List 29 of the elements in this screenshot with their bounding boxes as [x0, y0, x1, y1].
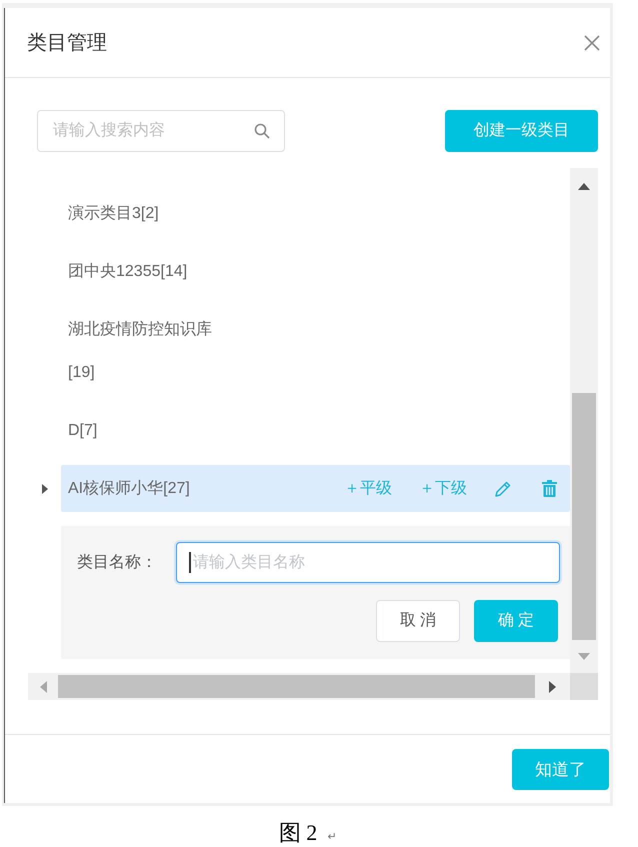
scroll-down-arrow-icon[interactable]: [578, 653, 590, 660]
field-label: 类目名称：: [77, 552, 158, 572]
scroll-up-arrow-icon[interactable]: [578, 182, 590, 190]
horizontal-scrollbar[interactable]: [28, 673, 570, 700]
tree-item[interactable]: AI核保师小华[27] ＋平级 ＋下级: [61, 465, 570, 512]
tree-item[interactable]: D[7]: [61, 407, 570, 454]
tree-item[interactable]: 演示类目3[2]: [61, 190, 570, 237]
caret-right-icon[interactable]: [42, 484, 48, 494]
text-cursor-icon: [189, 552, 191, 573]
category-name-input[interactable]: 请输入类目名称: [176, 542, 560, 583]
delete-button[interactable]: [539, 480, 557, 497]
close-icon: [584, 34, 600, 50]
scroll-right-arrow-icon[interactable]: [549, 680, 556, 692]
cancel-button[interactable]: 取 消: [376, 600, 460, 642]
scroll-left-arrow-icon[interactable]: [40, 680, 46, 692]
search-field[interactable]: 请输入搜索内容: [37, 110, 285, 152]
scrollbar-thumb[interactable]: [572, 393, 596, 640]
trash-icon: [542, 480, 557, 497]
edit-button[interactable]: [494, 480, 512, 498]
pencil-icon: [494, 480, 512, 498]
vertical-scrollbar[interactable]: [570, 168, 598, 673]
paragraph-mark: ↵: [327, 830, 336, 845]
dialog-title: 类目管理: [27, 30, 107, 56]
figure-caption: 图 2: [278, 819, 318, 847]
search-icon[interactable]: [254, 123, 270, 139]
tree-item[interactable]: 团中央12355[14]: [61, 248, 570, 295]
scrollbar-corner: [570, 673, 598, 700]
tree-item[interactable]: 湖北疫情防控知识库[19]: [61, 306, 570, 396]
scrollbar-thumb[interactable]: [58, 675, 535, 698]
